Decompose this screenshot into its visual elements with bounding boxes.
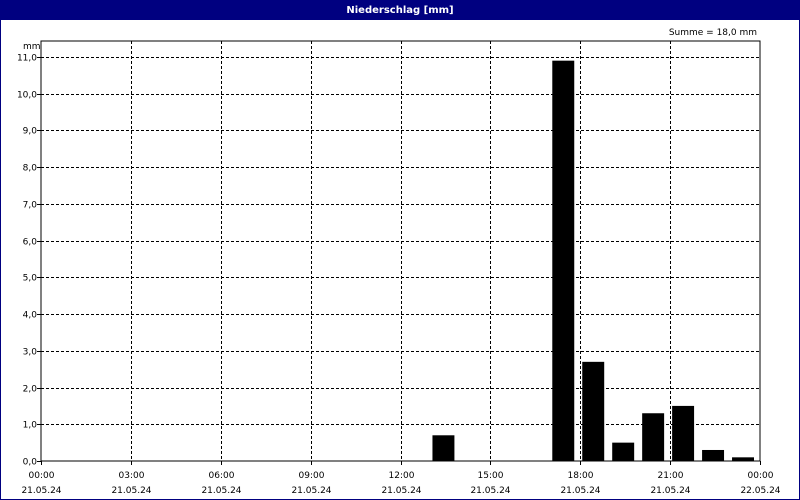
x-tick-time-label: 03:00 (119, 471, 145, 481)
x-tick-time-label: 00:00 (748, 471, 774, 481)
x-tick-date-label: 21.05.24 (650, 486, 690, 496)
y-tick-label: 6,0 (23, 238, 38, 248)
y-tick-label: 0,0 (23, 458, 38, 468)
x-tick-date-label: 21.05.24 (21, 486, 61, 496)
chart-svg: 0,0 1,0 2,0 3,0 4,0 5,0 6,0 7,0 8,0 9,0 10,0 11,0 mm… (17, 28, 781, 496)
x-tick-time-label: 15:00 (478, 471, 504, 481)
x-tick-time-label: 18:00 (568, 471, 594, 481)
y-tick-label: 9,0 (23, 127, 38, 137)
precip-bar (432, 435, 455, 461)
x-tick-time-label: 21:00 (658, 471, 684, 481)
sum-annotation: Summe = 18,0 mm (669, 28, 757, 38)
y-tick-label: 8,0 (23, 164, 38, 174)
plot-area (40, 40, 761, 462)
y-tick-label: 7,0 (23, 201, 38, 211)
precip-bar (582, 361, 605, 461)
x-tick-time-label: 12:00 (389, 471, 415, 481)
precip-bar (552, 60, 575, 461)
precip-bar (672, 405, 695, 461)
y-tick-label: 4,0 (23, 311, 38, 321)
x-tick-date-label: 21.05.24 (381, 486, 421, 496)
y-tick-label: 11,0 (17, 54, 37, 64)
x-tick-date-label: 21.05.24 (111, 486, 151, 496)
y-tick-label: 5,0 (23, 274, 38, 284)
y-tick-label: 3,0 (23, 348, 38, 358)
x-tick-time-label: 06:00 (209, 471, 235, 481)
x-tick-date-label: 21.05.24 (470, 486, 510, 496)
x-tick-date-label: 21.05.24 (291, 486, 331, 496)
y-tick-label: 1,0 (23, 421, 38, 431)
chart-window: Niederschlag [mm] 0,0 1,0 2,0 3,0 4,0 5,0 6,0 7… (0, 0, 800, 500)
x-tick-date-label: 21.05.24 (560, 486, 600, 496)
y-tick-label: 2,0 (23, 385, 38, 395)
precip-bar (612, 442, 635, 461)
x-tick-date-label: 21.05.24 (201, 486, 241, 496)
y-axis-label: mm (23, 42, 41, 52)
x-tick-time-label: 09:00 (299, 471, 325, 481)
precip-bar (642, 413, 665, 461)
x-tick-time-label: 00:00 (29, 471, 55, 481)
precip-bar (702, 449, 725, 461)
precip-bar (732, 457, 754, 461)
x-tick-date-label: 22.05.24 (740, 486, 780, 496)
y-tick-label: 10,0 (17, 91, 37, 101)
